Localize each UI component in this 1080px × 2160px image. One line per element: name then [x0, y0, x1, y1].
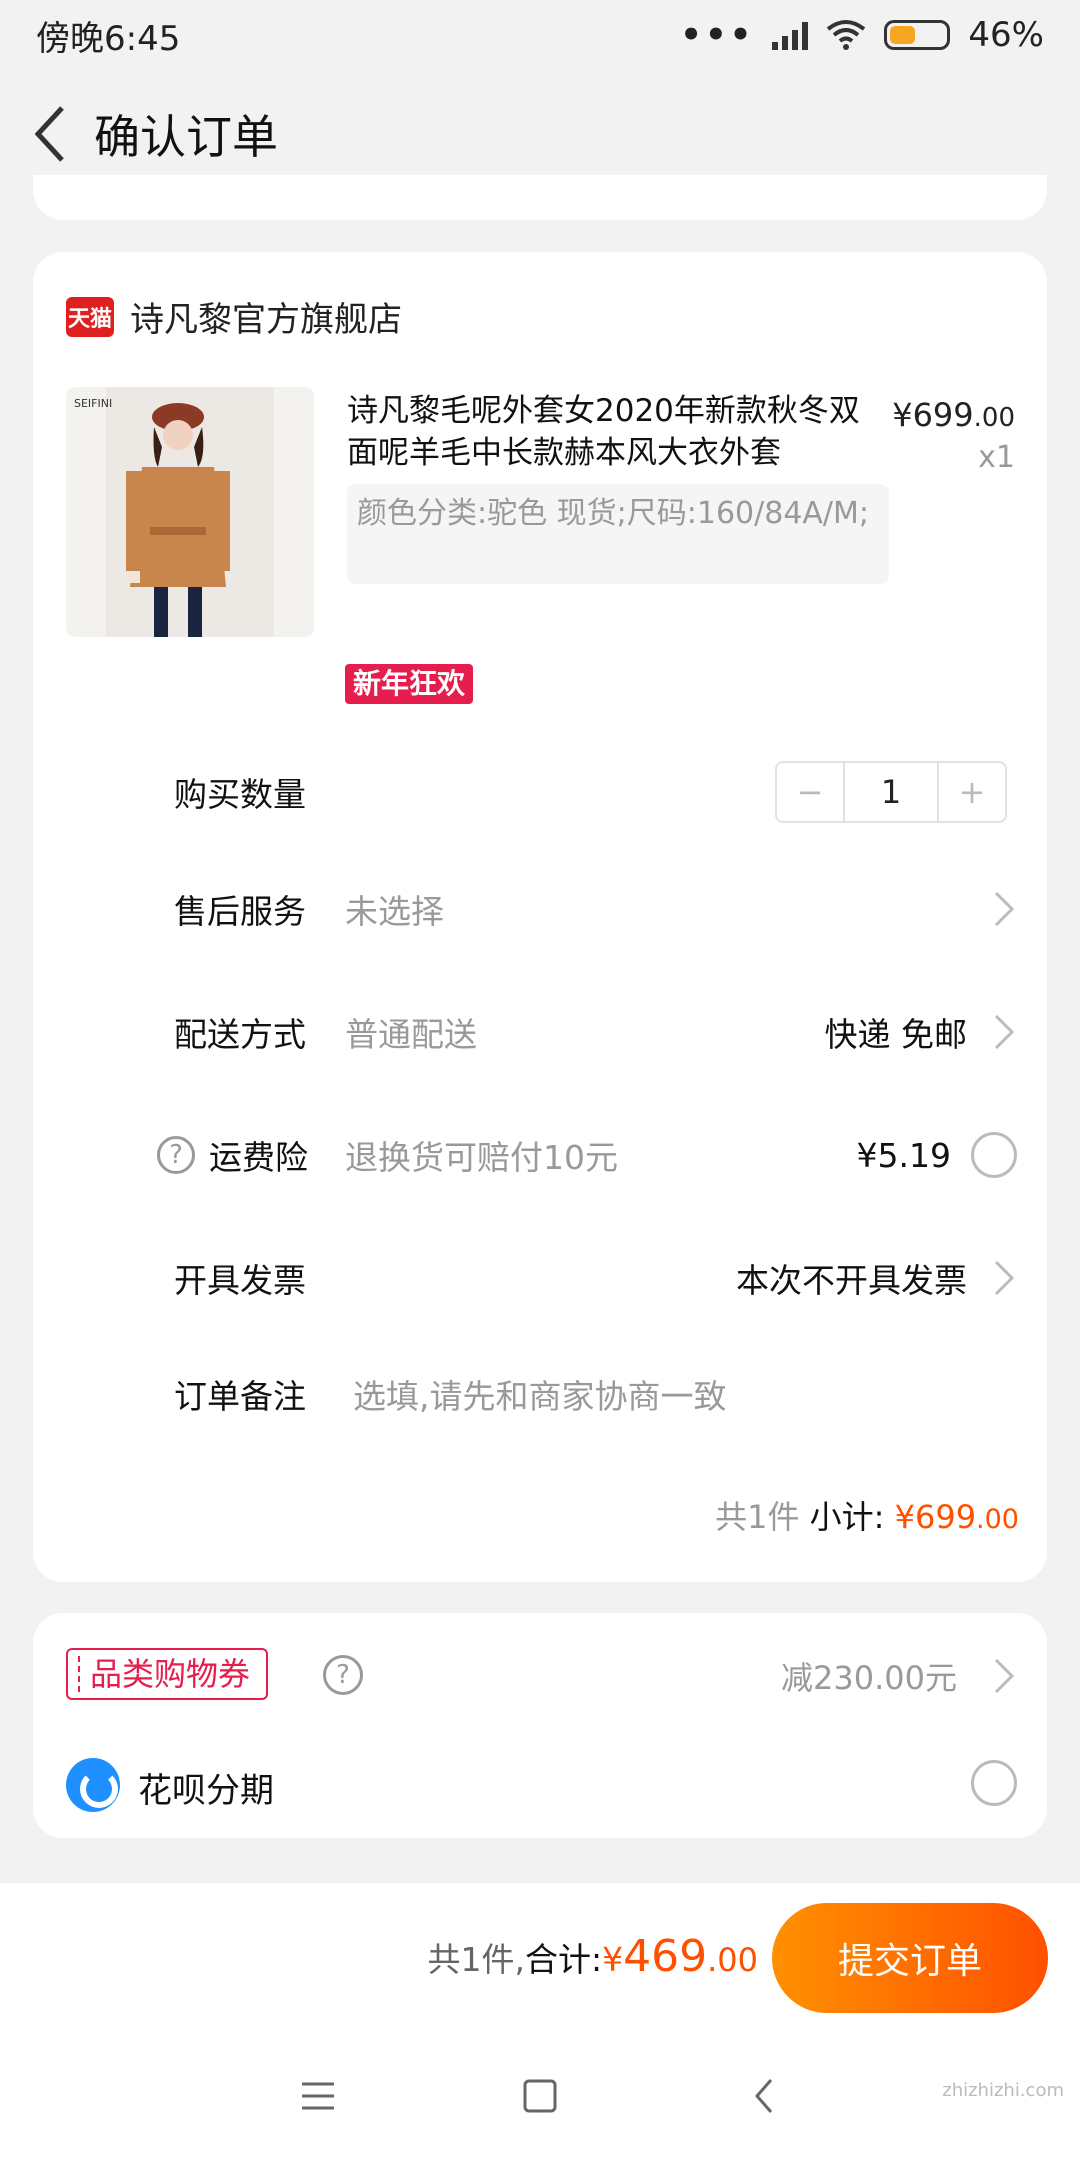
order-total: 共1件,合计:¥469.00: [427, 1931, 759, 1982]
back-button[interactable]: [24, 94, 74, 174]
submit-bar: 共1件,合计:¥469.00 提交订单: [0, 1882, 1080, 2032]
product-image[interactable]: SEIFINI: [66, 387, 314, 637]
quantity-row: 购买数量 − 1 +: [33, 752, 1047, 832]
previous-card-edge: [33, 175, 1047, 220]
note-label: 订单备注: [174, 1377, 306, 1416]
quantity-value[interactable]: 1: [843, 763, 939, 821]
increase-button[interactable]: +: [939, 763, 1005, 821]
back-nav-icon[interactable]: [735, 2066, 795, 2126]
product-quantity: x1: [978, 440, 1015, 475]
promo-badge: 新年狂欢: [345, 664, 474, 704]
quantity-stepper: − 1 +: [775, 761, 1007, 823]
invoice-label: 开具发票: [174, 1261, 306, 1300]
insurance-value: 退换货可赔付10元: [345, 1138, 618, 1177]
aftersale-label: 售后服务: [174, 892, 306, 931]
wifi-icon: [827, 20, 866, 50]
product-sku[interactable]: 颜色分类:驼色 现货;尺码:160/84A/M;: [347, 484, 889, 584]
status-time: 傍晚6:45: [36, 18, 181, 59]
insurance-price: ¥5.19: [856, 1135, 951, 1175]
help-icon[interactable]: ?: [323, 1655, 363, 1695]
note-row: 订单备注 选填,请先和商家协商一致: [33, 1354, 1047, 1434]
order-card: 天猫 诗凡黎官方旗舰店 SEIFINI 诗凡黎毛呢外套女2020年新款秋冬双面呢…: [33, 252, 1047, 1582]
submit-order-button[interactable]: 提交订单: [772, 1903, 1048, 2013]
huabei-label: 花呗分期: [138, 1771, 274, 1811]
home-icon[interactable]: [510, 2066, 570, 2126]
tmall-logo-icon: 天猫: [66, 296, 114, 337]
insurance-label: 运费险: [209, 1138, 308, 1177]
more-dots-icon: •••: [680, 15, 755, 55]
delivery-row[interactable]: 配送方式 普通配送 快递 免邮: [33, 992, 1047, 1072]
product-title[interactable]: 诗凡黎毛呢外套女2020年新款秋冬双面呢羊毛中长款赫本风大衣外套: [347, 390, 887, 474]
product-image-brand: SEIFINI: [74, 397, 112, 410]
product-price: ¥699.00: [892, 396, 1015, 434]
coupon-tag: 品类购物券: [66, 1648, 269, 1700]
subtotal: 共1件 小计: ¥699.00: [715, 1498, 1019, 1536]
chevron-right-icon[interactable]: [993, 1657, 1015, 1695]
page-title: 确认订单: [94, 110, 278, 164]
product-photo: SEIFINI: [74, 387, 274, 637]
invoice-row[interactable]: 开具发票 本次不开具发票: [33, 1238, 1047, 1318]
quantity-label: 购买数量: [174, 775, 306, 814]
signal-icon: [772, 20, 809, 50]
chevron-right-icon: [993, 1259, 1015, 1297]
battery-icon: [884, 20, 951, 50]
aftersale-row[interactable]: 售后服务 未选择: [33, 869, 1047, 949]
huabei-icon: [66, 1758, 120, 1812]
coupon-discount[interactable]: 减230.00元: [781, 1653, 957, 1699]
insurance-row: ? 运费险 退换货可赔付10元 ¥5.19: [33, 1115, 1047, 1195]
watermark: zhizhizhi.com: [942, 2080, 1064, 2101]
chevron-left-icon: [34, 106, 64, 162]
delivery-method: 快递 免邮: [824, 1015, 968, 1054]
decrease-button[interactable]: −: [777, 763, 843, 821]
chevron-right-icon: [993, 1013, 1015, 1051]
note-input[interactable]: 选填,请先和商家协商一致: [353, 1370, 727, 1418]
status-icons: ••• 46%: [680, 15, 1044, 55]
chevron-right-icon: [993, 890, 1015, 928]
invoice-value: 本次不开具发票: [736, 1261, 967, 1300]
delivery-label: 配送方式: [174, 1015, 306, 1054]
status-bar: 傍晚6:45 ••• 46%: [0, 0, 1080, 70]
delivery-value: 普通配送: [345, 1015, 477, 1054]
battery-percent: 46%: [968, 15, 1044, 55]
store-row[interactable]: 天猫 诗凡黎官方旗舰店: [66, 292, 402, 341]
aftersale-value: 未选择: [345, 892, 444, 931]
store-name: 诗凡黎官方旗舰店: [130, 300, 402, 340]
huabei-radio[interactable]: [971, 1760, 1017, 1806]
menu-icon[interactable]: [288, 2066, 348, 2126]
system-nav: [0, 2032, 1080, 2160]
insurance-radio[interactable]: [971, 1132, 1017, 1178]
help-icon[interactable]: ?: [157, 1136, 195, 1174]
coupon-card: 品类购物券 ? 减230.00元 花呗分期: [33, 1613, 1047, 1838]
